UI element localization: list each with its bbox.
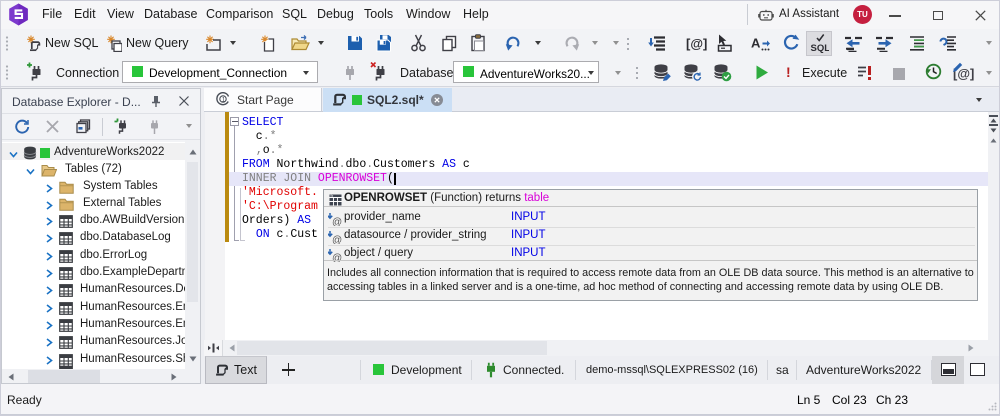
svg-text:@: @ [332,217,342,226]
svg-text:A: A [751,36,761,51]
svg-text:SQL: SQL [811,43,830,53]
svg-text:@: @ [332,235,342,244]
svg-text:1: 1 [222,97,226,104]
svg-text:fx: fx [331,194,334,198]
